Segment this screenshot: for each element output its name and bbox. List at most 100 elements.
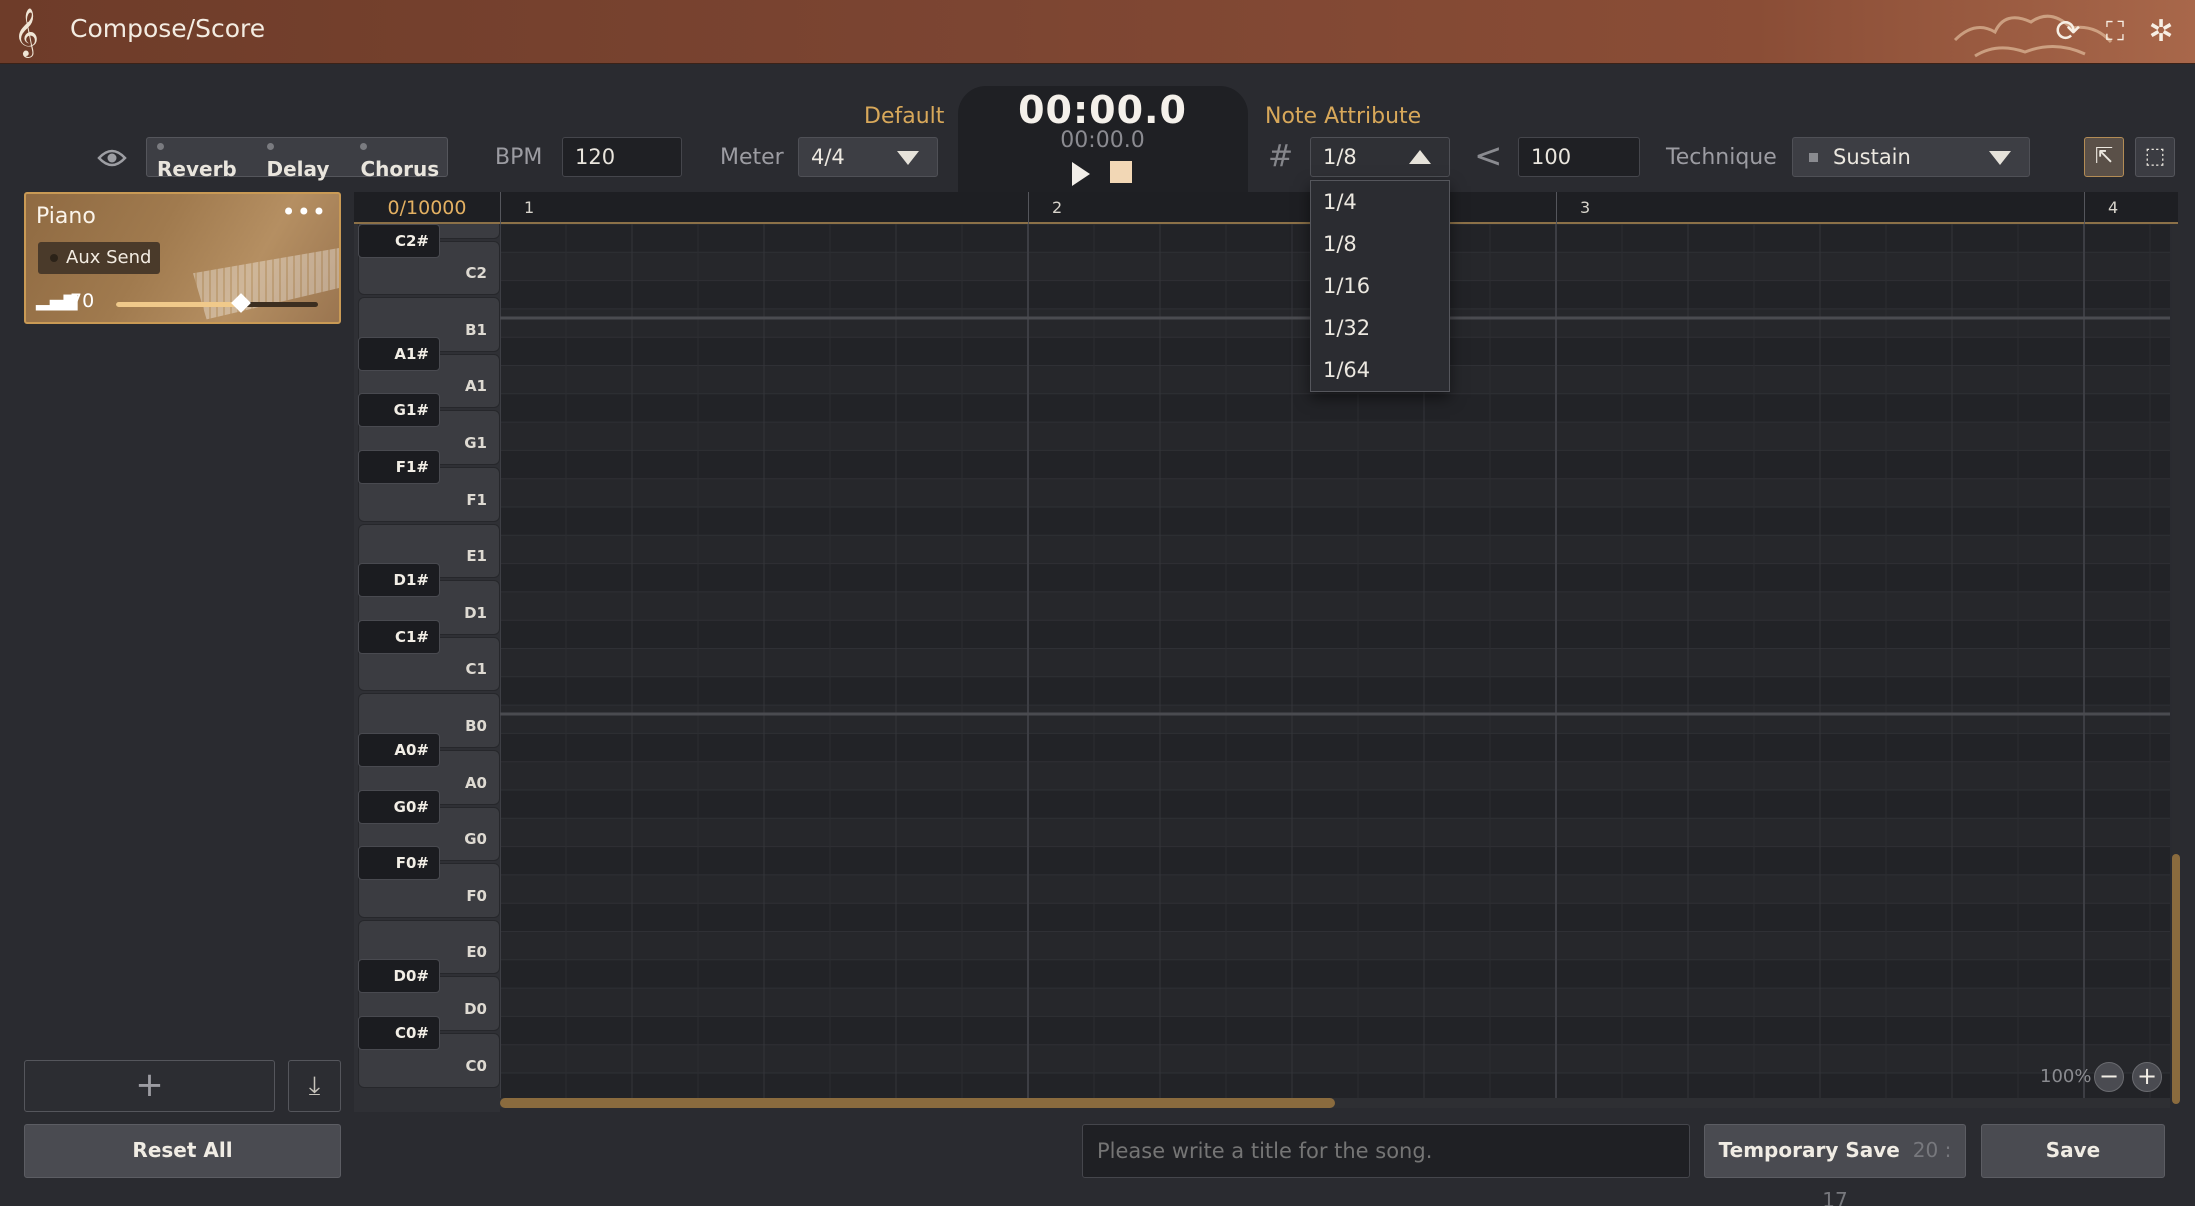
grid-row [500, 1044, 2170, 1073]
effects-group: Reverb Delay Chorus [146, 137, 448, 181]
box-select-tool-icon[interactable]: ⬚ [2135, 137, 2175, 177]
compose-score-window: 𝄞 Compose/Score ⟳ ⛶ ✲ Reverb Delay Choru… [0, 0, 2195, 1206]
grid-row [500, 563, 2170, 592]
piano-key-black[interactable]: D0# [358, 959, 440, 994]
add-track-button[interactable]: + [24, 1060, 275, 1112]
grid-row [500, 790, 2170, 819]
piano-key-black[interactable]: C0# [358, 1016, 440, 1050]
grid-row [500, 507, 2170, 536]
technique-label: Technique [1666, 145, 1777, 170]
piano-key-black[interactable]: A1# [358, 336, 440, 371]
technique-square-icon [1809, 153, 1818, 162]
measure-number: 2 [1052, 198, 1063, 217]
key-label: G0 [464, 830, 487, 849]
piano-key-black[interactable]: A0# [358, 733, 440, 767]
delay-toggle[interactable]: Delay [266, 133, 339, 181]
piano-key-black[interactable]: C2# [358, 224, 440, 258]
bpm-input[interactable]: 120 [562, 137, 682, 177]
time-display: 00:00.0 [1018, 88, 1187, 132]
piano-key-black[interactable]: C1# [358, 619, 440, 654]
piano-key-black[interactable]: F0# [358, 846, 440, 881]
volume-slider[interactable] [116, 293, 318, 313]
vertical-scroll-thumb[interactable] [2172, 854, 2180, 1104]
grid-row [500, 1073, 2170, 1100]
piano-key-black[interactable]: F1# [358, 450, 440, 484]
grid-row [500, 535, 2170, 564]
grid-row [500, 761, 2170, 790]
chorus-toggle[interactable]: Chorus [360, 133, 447, 181]
horizontal-scrollbar[interactable] [500, 1098, 2170, 1108]
temporary-save-label: Temporary Save [1718, 1138, 1900, 1162]
title-bar: 𝄞 Compose/Score ⟳ ⛶ ✲ [0, 0, 2195, 64]
chevron-down-icon [1989, 151, 2011, 165]
download-icon[interactable]: ⤓ [288, 1060, 341, 1112]
measure-number: 4 [2108, 198, 2119, 217]
quantize-value: 1/8 [1323, 145, 1357, 169]
quantize-dropdown[interactable]: 1/8 [1310, 137, 1450, 177]
piano-key-black[interactable]: G1# [358, 393, 440, 428]
piano-keyboard[interactable]: D2 C2 B1 A1 G1 F1 E1 D1 C1 B0 A0 G0 F0 E0 D0 C0 C2# A1# G1… [354, 224, 500, 1112]
quantize-option[interactable]: 1/32 [1311, 307, 1449, 349]
velocity-icon: < [1474, 136, 1503, 176]
grid-row [500, 676, 2170, 706]
meter-dropdown[interactable]: 4/4 [798, 137, 938, 177]
grid-row [500, 874, 2170, 904]
key-label: G1 [464, 433, 487, 452]
note-counter: 0/10000 [354, 192, 500, 224]
fullscreen-icon[interactable]: ⛶ [2097, 14, 2133, 50]
horizontal-scroll-thumb[interactable] [500, 1098, 1335, 1108]
key-label: F0 [466, 886, 487, 905]
piano-key-black[interactable]: D1# [358, 563, 440, 598]
measure-tick [500, 192, 501, 224]
more-options-icon[interactable]: ••• [282, 198, 327, 226]
temporary-save-button[interactable]: Temporary Save 20 : 17 [1704, 1124, 1966, 1206]
velocity-input[interactable]: 100 [1518, 137, 1640, 177]
grid-row [500, 959, 2170, 989]
zoom-in-button[interactable]: + [2132, 1062, 2162, 1092]
quantize-option[interactable]: 1/16 [1311, 265, 1449, 307]
zoom-out-button[interactable]: − [2094, 1062, 2124, 1092]
technique-dropdown[interactable]: Sustain [1792, 137, 2030, 177]
grid-row [500, 393, 2170, 423]
key-label: A1 [464, 377, 487, 396]
measure-number: 3 [1580, 198, 1591, 217]
preset-label: Default [864, 104, 945, 129]
monitor-icon[interactable] [96, 142, 128, 172]
instrument-card[interactable]: Piano ••• Aux Send ▂▄▆ 70 [24, 192, 341, 324]
stop-button[interactable] [1110, 161, 1132, 183]
grid-row [500, 422, 2170, 451]
key-label: B1 [465, 320, 487, 339]
key-label: F1 [466, 490, 487, 509]
reverb-toggle[interactable]: Reverb [157, 133, 245, 181]
select-move-tool-icon[interactable]: ⇱ [2084, 137, 2124, 177]
key-label: C0 [465, 1056, 487, 1075]
key-label: C1 [465, 660, 487, 679]
meter-value: 4/4 [811, 145, 845, 169]
quantize-option[interactable]: 1/4 [1311, 181, 1449, 223]
vertical-scrollbar[interactable] [2172, 224, 2180, 1104]
song-title-input[interactable] [1082, 1124, 1690, 1178]
quantize-option[interactable]: 1/64 [1311, 349, 1449, 391]
volume-value: 70 [70, 290, 95, 312]
grid-row [500, 931, 2170, 960]
grid-row [500, 988, 2170, 1017]
meter-label: Meter [720, 145, 784, 170]
measure-tick [1028, 192, 1029, 224]
bpm-label: BPM [495, 145, 543, 170]
grid-row [500, 818, 2170, 847]
close-flower-icon[interactable]: ✲ [2143, 14, 2179, 50]
reset-all-button[interactable]: Reset All [24, 1124, 341, 1178]
grid-row [500, 591, 2170, 621]
aux-send-button[interactable]: Aux Send [38, 242, 160, 274]
play-button[interactable] [1072, 162, 1090, 186]
save-button[interactable]: Save [1981, 1124, 2165, 1178]
grid-row [500, 478, 2170, 507]
volume-slider-fill [116, 302, 242, 307]
technique-value: Sustain [1833, 145, 1911, 169]
piano-key-black[interactable]: G0# [358, 789, 440, 824]
key-label: E1 [466, 547, 487, 566]
note-attribute-label: Note Attribute [1265, 104, 1422, 129]
instrument-name: Piano [36, 204, 96, 229]
refresh-icon[interactable]: ⟳ [2050, 14, 2086, 50]
quantize-option[interactable]: 1/8 [1311, 223, 1449, 265]
